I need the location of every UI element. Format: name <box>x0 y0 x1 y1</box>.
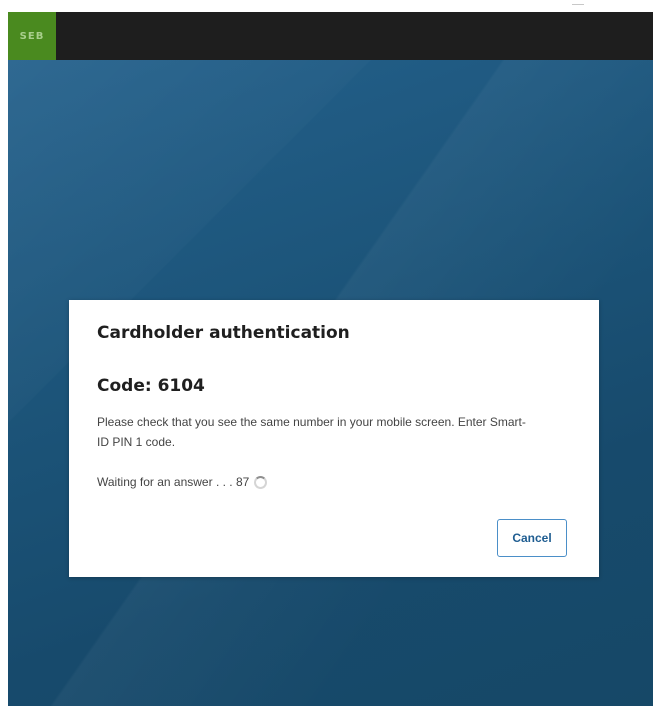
cancel-button[interactable]: Cancel <box>497 519 567 557</box>
waiting-status-text: Waiting for an answer . . . 87 <box>97 475 250 489</box>
verification-code: Code: 6104 <box>97 376 205 396</box>
top-bar: SEB <box>8 12 653 60</box>
dialog-title: Cardholder authentication <box>97 323 350 343</box>
waiting-status: Waiting for an answer . . . 87 <box>97 475 268 489</box>
window-minimize-mark <box>572 4 584 5</box>
instruction-message: Please check that you see the same numbe… <box>97 415 526 449</box>
page-frame: SEB Cardholder authentication Code: 6104… <box>8 12 653 706</box>
authentication-dialog: Cardholder authentication Code: 6104 Ple… <box>69 300 599 577</box>
seb-logo[interactable]: SEB <box>8 12 56 60</box>
loading-spinner-icon <box>254 475 268 489</box>
